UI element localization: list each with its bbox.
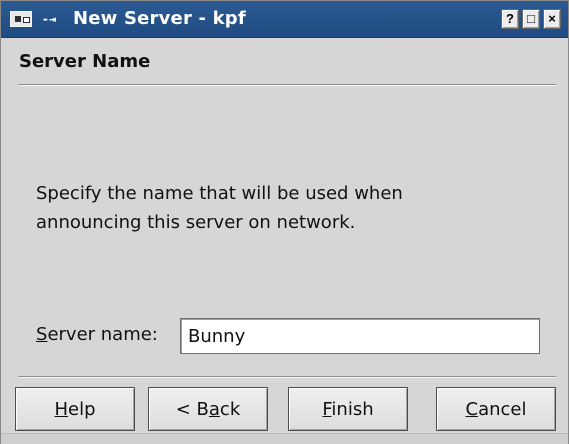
title-icons: -⇥: [10, 10, 68, 28]
wizard-buttons: Help < Back Finish Cancel: [1, 387, 568, 431]
help-button-label: elp: [68, 398, 96, 420]
top-divider: [18, 84, 556, 86]
cancel-button-mnemonic: C: [465, 398, 479, 420]
back-button[interactable]: < Back: [148, 387, 268, 431]
help-button-mnemonic: H: [54, 398, 69, 420]
server-name-label-text: erver name:: [47, 324, 158, 345]
sticky-pin-icon[interactable]: -⇥: [35, 11, 63, 27]
cancel-button-label: ancel: [478, 398, 527, 420]
maximize-icon[interactable]: □: [522, 9, 540, 29]
back-button-prefix: < B: [175, 398, 209, 420]
window-title: New Server - kpf: [73, 8, 246, 29]
bottom-strip: [1, 433, 568, 444]
wizard-page: Server Name Specify the name that will b…: [1, 38, 568, 444]
new-server-dialog: -⇥ New Server - kpf ? □ × Server Name Sp…: [0, 0, 569, 444]
finish-button[interactable]: Finish: [288, 387, 408, 431]
back-button-label: ck: [219, 398, 241, 420]
kpf-app-icon[interactable]: [10, 11, 32, 27]
finish-button-label: inish: [331, 398, 374, 420]
close-icon[interactable]: ×: [543, 9, 561, 29]
server-name-label-mnemonic: S: [36, 324, 48, 345]
server-name-input[interactable]: [180, 318, 540, 354]
cancel-button[interactable]: Cancel: [436, 387, 556, 431]
title-buttons: ? □ ×: [501, 9, 561, 29]
back-button-mnemonic: a: [208, 398, 220, 420]
server-name-label: Server name:: [36, 324, 158, 345]
button-divider: [18, 376, 556, 378]
help-button[interactable]: Help: [15, 387, 135, 431]
page-title: Server Name: [19, 51, 151, 72]
help-icon[interactable]: ?: [501, 9, 519, 29]
titlebar[interactable]: -⇥ New Server - kpf ? □ ×: [1, 1, 568, 38]
page-description: Specify the name that will be used when …: [36, 183, 403, 233]
